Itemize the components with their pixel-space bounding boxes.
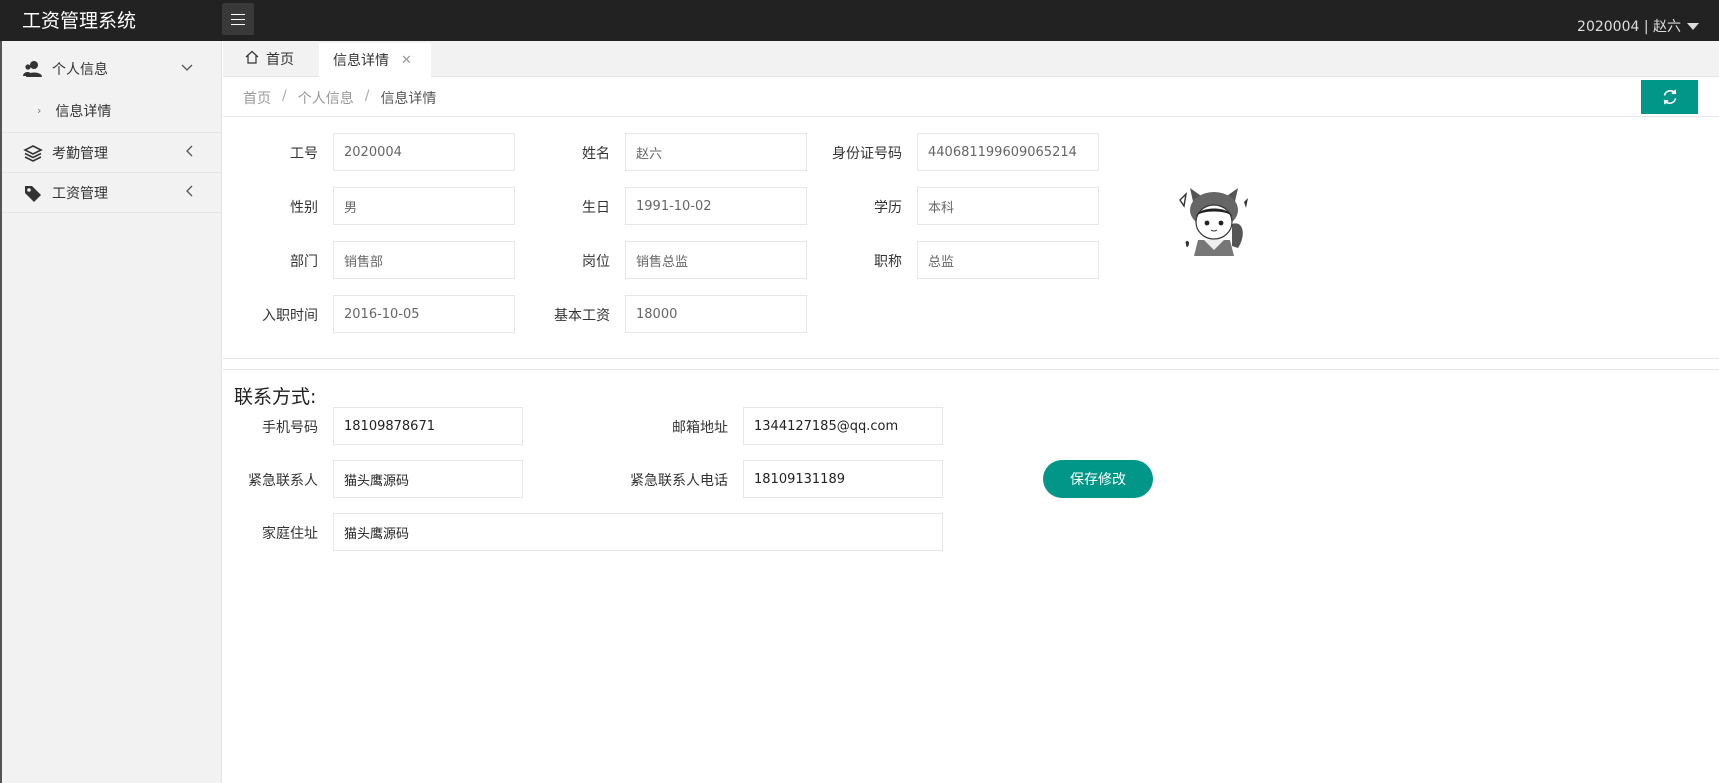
user-label: 2020004 | 赵六	[1577, 19, 1681, 35]
chevron-right-icon: ›	[37, 104, 42, 117]
tab-home[interactable]: 首页	[245, 41, 294, 77]
tab-label: 信息详情	[333, 53, 389, 69]
sidebar-item-label: 工资管理	[52, 185, 108, 202]
education-field[interactable]	[917, 187, 1099, 225]
refresh-icon	[1663, 89, 1676, 105]
caret-down-icon	[1687, 22, 1699, 30]
contact-section-title: 联系方式:	[234, 386, 317, 408]
home-icon	[245, 50, 259, 68]
label-email: 邮箱地址	[672, 420, 728, 436]
sidebar-item-label: 考勤管理	[52, 145, 108, 162]
label-position: 岗位	[582, 254, 610, 270]
section-divider	[223, 369, 1719, 370]
avatar	[1174, 180, 1254, 270]
position-field[interactable]	[625, 241, 807, 279]
close-icon[interactable]: ✕	[401, 53, 412, 68]
birthday-field[interactable]	[625, 187, 807, 225]
hamburger-icon	[231, 13, 245, 25]
tag-icon	[22, 182, 44, 204]
emp-id-field[interactable]	[333, 133, 515, 171]
breadcrumb-bar: 首页 / 个人信息 / 信息详情	[223, 78, 1719, 117]
section-divider	[223, 358, 1719, 359]
label-emergency-contact: 紧急联系人	[248, 473, 318, 489]
emergency-contact-field[interactable]	[333, 460, 523, 498]
tab-info-detail[interactable]: 信息详情 ✕	[319, 41, 431, 77]
label-address: 家庭住址	[262, 526, 318, 542]
id-card-field[interactable]	[917, 133, 1099, 171]
sidebar-item-attendance[interactable]: 考勤管理	[2, 133, 221, 173]
sidebar: 个人信息 › 信息详情 考勤管理 工资管理	[0, 41, 222, 783]
chevron-left-icon	[185, 145, 193, 160]
menu-toggle-button[interactable]	[222, 3, 254, 35]
users-icon	[22, 58, 44, 80]
gender-field[interactable]	[333, 187, 515, 225]
label-name: 姓名	[582, 146, 610, 162]
sidebar-subitem-info-detail[interactable]: › 信息详情	[2, 89, 221, 133]
refresh-button[interactable]	[1641, 80, 1698, 114]
label-hire-date: 入职时间	[262, 308, 318, 324]
label-emergency-phone: 紧急联系人电话	[630, 473, 728, 489]
top-header: 工资管理系统 2020004 | 赵六	[0, 0, 1719, 41]
base-salary-field[interactable]	[625, 295, 807, 333]
tab-label: 首页	[266, 52, 294, 68]
label-phone: 手机号码	[262, 420, 318, 436]
label-base-salary: 基本工资	[554, 308, 610, 324]
phone-field[interactable]	[333, 407, 523, 445]
layers-icon	[22, 142, 44, 164]
breadcrumb-item[interactable]: 个人信息	[298, 88, 354, 108]
breadcrumb-item-current: 信息详情	[380, 91, 437, 107]
label-title: 职称	[874, 254, 902, 270]
label-birthday: 生日	[582, 200, 610, 216]
title-field[interactable]	[917, 241, 1099, 279]
chevron-down-icon	[181, 61, 193, 75]
label-id-card: 身份证号码	[832, 146, 902, 162]
label-emp-id: 工号	[290, 146, 318, 162]
sidebar-item-salary[interactable]: 工资管理	[2, 173, 221, 213]
label-department: 部门	[290, 254, 318, 270]
breadcrumb-separator: /	[364, 88, 370, 104]
emergency-phone-field[interactable]	[743, 460, 943, 498]
name-field[interactable]	[625, 133, 807, 171]
breadcrumb-item[interactable]: 首页	[243, 88, 271, 108]
save-button[interactable]: 保存修改	[1043, 460, 1153, 498]
breadcrumb-separator: /	[282, 88, 287, 104]
hire-date-field[interactable]	[333, 295, 515, 333]
breadcrumb: 首页 / 个人信息 / 信息详情	[243, 88, 436, 108]
department-field[interactable]	[333, 241, 515, 279]
sidebar-subitem-label: 信息详情	[55, 103, 112, 120]
sidebar-item-personal-info[interactable]: 个人信息	[2, 49, 221, 89]
sidebar-item-label: 个人信息	[52, 62, 108, 78]
chevron-left-icon	[185, 185, 193, 200]
app-brand: 工资管理系统	[22, 10, 137, 32]
address-field[interactable]	[333, 513, 943, 551]
email-field[interactable]	[743, 407, 943, 445]
tab-bar: 首页 信息详情 ✕	[223, 41, 1719, 77]
label-education: 学历	[874, 200, 902, 216]
label-gender: 性别	[290, 200, 318, 216]
user-menu[interactable]: 2020004 | 赵六	[1577, 16, 1699, 36]
